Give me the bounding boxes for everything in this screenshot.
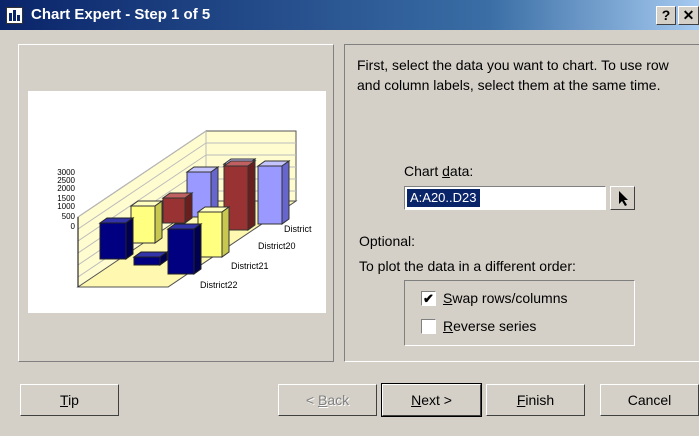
bar — [196, 206, 231, 258]
close-button[interactable]: ✕ — [678, 6, 699, 25]
back-button[interactable]: < Back — [278, 384, 377, 416]
y-tick-labels: 3000 2500 2000 1500 1000 500 0 — [57, 168, 75, 231]
chart-data-value: A:A20..D23 — [407, 189, 480, 207]
cursor-arrow-icon — [619, 191, 628, 206]
reverse-series-checkbox[interactable] — [421, 319, 436, 334]
next-button[interactable]: Next > — [381, 383, 482, 417]
finish-button[interactable]: Finish — [486, 384, 585, 416]
chart-data-label: Chart data: — [404, 163, 474, 179]
chart-preview-graphic: 3000 2500 2000 1500 1000 500 0 District … — [57, 130, 312, 290]
bar — [132, 251, 169, 266]
bar — [166, 223, 203, 275]
chart-preview: 3000 2500 2000 1500 1000 500 0 District … — [28, 91, 326, 313]
swap-rows-columns-label[interactable]: Swap rows/columns — [443, 290, 568, 306]
help-icon: ? — [661, 7, 671, 23]
close-icon: ✕ — [682, 7, 695, 23]
y-tick: 500 — [62, 212, 76, 221]
help-button[interactable]: ? — [656, 6, 676, 25]
bar — [98, 217, 135, 260]
range-picker-button[interactable] — [610, 186, 635, 210]
reverse-series-label[interactable]: Reverse series — [443, 318, 536, 334]
optional-heading: Optional: — [359, 233, 416, 249]
title-bar: Chart Expert - Step 1 of 5 ? ✕ — [0, 0, 699, 30]
bar — [256, 160, 291, 225]
chart-data-input[interactable]: A:A20..D23 — [404, 186, 606, 210]
swap-rows-columns-checkbox[interactable]: ✔ — [421, 291, 436, 306]
window-title: Chart Expert - Step 1 of 5 — [31, 6, 211, 23]
bar — [129, 200, 164, 244]
bar — [161, 192, 194, 224]
y-tick: 2000 — [57, 184, 75, 193]
optional-subheading: To plot the data in a different order: — [359, 258, 576, 274]
series-label: District20 — [258, 241, 296, 251]
series-label: District — [284, 224, 312, 234]
y-tick: 0 — [71, 222, 76, 231]
series-label: District22 — [200, 280, 238, 290]
tip-button[interactable]: Tip — [20, 384, 119, 416]
chart-expert-icon — [6, 7, 23, 24]
cancel-button[interactable]: Cancel — [600, 384, 699, 416]
y-tick: 1000 — [57, 202, 75, 211]
series-label: District21 — [231, 261, 269, 271]
instructions-text: First, select the data you want to chart… — [357, 57, 669, 93]
